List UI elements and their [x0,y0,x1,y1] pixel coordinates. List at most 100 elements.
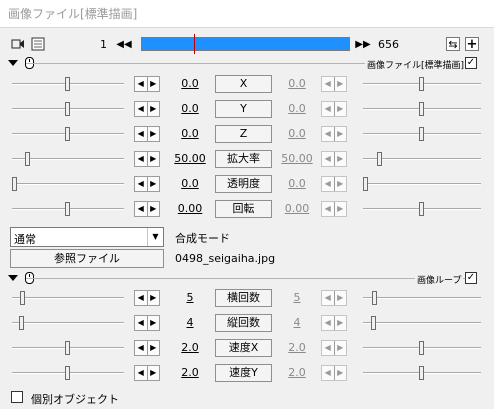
increment-arrow-icon[interactable]: ▶ [146,177,160,191]
right-spin-buttons[interactable]: ◀ ▶ [321,340,347,356]
timeline-bar[interactable] [141,34,350,54]
left-value[interactable]: 0.0 [167,127,213,140]
right-value-slider[interactable] [363,341,481,355]
slider-thumb[interactable] [65,102,70,116]
increment-arrow-icon[interactable]: ▶ [333,177,347,191]
right-value-slider[interactable] [363,177,481,191]
right-value[interactable]: 0.0 [274,177,320,190]
right-value-slider[interactable] [363,152,481,166]
grid-icon[interactable] [31,37,45,51]
param-name-button[interactable]: 横回数 [215,289,272,307]
left-value-slider[interactable] [12,316,124,330]
increment-arrow-icon[interactable]: ▶ [146,291,160,305]
increment-arrow-icon[interactable]: ▶ [333,77,347,91]
camera-icon[interactable] [11,37,25,51]
decrement-arrow-icon[interactable]: ◀ [135,291,147,305]
increment-arrow-icon[interactable]: ▶ [333,127,347,141]
decrement-arrow-icon[interactable]: ◀ [322,152,334,166]
slider-thumb[interactable] [419,341,424,355]
decrement-arrow-icon[interactable]: ◀ [135,202,147,216]
increment-arrow-icon[interactable]: ▶ [333,102,347,116]
right-spin-buttons[interactable]: ◀ ▶ [321,201,347,217]
param-name-button[interactable]: 縦回数 [215,314,272,332]
param-name-button[interactable]: 速度X [215,339,272,357]
left-value[interactable]: 4 [167,316,213,329]
left-value-slider[interactable] [12,152,124,166]
slider-thumb[interactable] [25,152,30,166]
decrement-arrow-icon[interactable]: ◀ [135,152,147,166]
reference-file-button[interactable]: 参照ファイル [10,249,164,268]
timeline-cursor[interactable] [194,34,195,54]
increment-arrow-icon[interactable]: ▶ [146,152,160,166]
right-spin-buttons[interactable]: ◀ ▶ [321,315,347,331]
slider-thumb[interactable] [65,341,70,355]
param-name-button[interactable]: 回転 [215,200,272,218]
left-value[interactable]: 2.0 [167,341,213,354]
right-spin-buttons[interactable]: ◀ ▶ [321,101,347,117]
left-value[interactable]: 5 [167,291,213,304]
plus-icon[interactable]: + [465,37,479,51]
collapse-triangle-icon[interactable] [8,60,18,66]
slider-thumb[interactable] [419,366,424,380]
left-value[interactable]: 0.00 [167,202,213,215]
right-value[interactable]: 5 [274,291,320,304]
param-name-button[interactable]: 拡大率 [215,150,272,168]
param-name-button[interactable]: 透明度 [215,175,272,193]
increment-arrow-icon[interactable]: ▶ [146,341,160,355]
slider-thumb[interactable] [372,291,377,305]
right-value-slider[interactable] [363,366,481,380]
right-value-slider[interactable] [363,102,481,116]
left-spin-buttons[interactable]: ◀ ▶ [134,151,160,167]
increment-arrow-icon[interactable]: ▶ [333,366,347,380]
left-value-slider[interactable] [12,366,124,380]
right-value-slider[interactable] [363,291,481,305]
decrement-arrow-icon[interactable]: ◀ [322,202,334,216]
decrement-arrow-icon[interactable]: ◀ [135,341,147,355]
param-name-button[interactable]: 速度Y [215,364,272,382]
increment-arrow-icon[interactable]: ▶ [146,366,160,380]
right-spin-buttons[interactable]: ◀ ▶ [321,76,347,92]
right-spin-buttons[interactable]: ◀ ▶ [321,176,347,192]
decrement-arrow-icon[interactable]: ◀ [322,366,334,380]
left-value[interactable]: 2.0 [167,366,213,379]
slider-thumb[interactable] [12,177,17,191]
left-value-slider[interactable] [12,177,124,191]
increment-arrow-icon[interactable]: ▶ [333,152,347,166]
individual-object-checkbox[interactable] [11,391,23,403]
param-name-button[interactable]: Y [215,100,272,118]
left-spin-buttons[interactable]: ◀ ▶ [134,126,160,142]
slider-thumb[interactable] [65,202,70,216]
chevron-down-icon[interactable]: ▼ [147,228,163,246]
increment-arrow-icon[interactable]: ▶ [146,102,160,116]
decrement-arrow-icon[interactable]: ◀ [322,291,334,305]
param-name-button[interactable]: Z [215,125,272,143]
left-value-slider[interactable] [12,341,124,355]
right-value[interactable]: 0.00 [274,202,320,215]
slider-thumb[interactable] [371,316,376,330]
increment-arrow-icon[interactable]: ▶ [146,202,160,216]
link-icon[interactable]: ⇆ [446,37,460,51]
right-value-slider[interactable] [363,127,481,141]
decrement-arrow-icon[interactable]: ◀ [135,77,147,91]
right-value[interactable]: 2.0 [274,366,320,379]
decrement-arrow-icon[interactable]: ◀ [135,102,147,116]
left-spin-buttons[interactable]: ◀ ▶ [134,315,160,331]
slider-thumb[interactable] [20,291,25,305]
right-value[interactable]: 4 [274,316,320,329]
right-value-slider[interactable] [363,202,481,216]
decrement-arrow-icon[interactable]: ◀ [322,341,334,355]
left-value-slider[interactable] [12,202,124,216]
group-enable-checkbox[interactable]: ✓ [465,57,477,69]
left-value-slider[interactable] [12,102,124,116]
left-value[interactable]: 0.0 [167,102,213,115]
param-name-button[interactable]: X [215,75,272,93]
increment-arrow-icon[interactable]: ▶ [146,316,160,330]
decrement-arrow-icon[interactable]: ◀ [322,102,334,116]
increment-arrow-icon[interactable]: ▶ [146,127,160,141]
right-spin-buttons[interactable]: ◀ ▶ [321,290,347,306]
slider-thumb[interactable] [419,202,424,216]
left-spin-buttons[interactable]: ◀ ▶ [134,201,160,217]
right-spin-buttons[interactable]: ◀ ▶ [321,126,347,142]
increment-arrow-icon[interactable]: ▶ [333,341,347,355]
increment-arrow-icon[interactable]: ▶ [333,291,347,305]
